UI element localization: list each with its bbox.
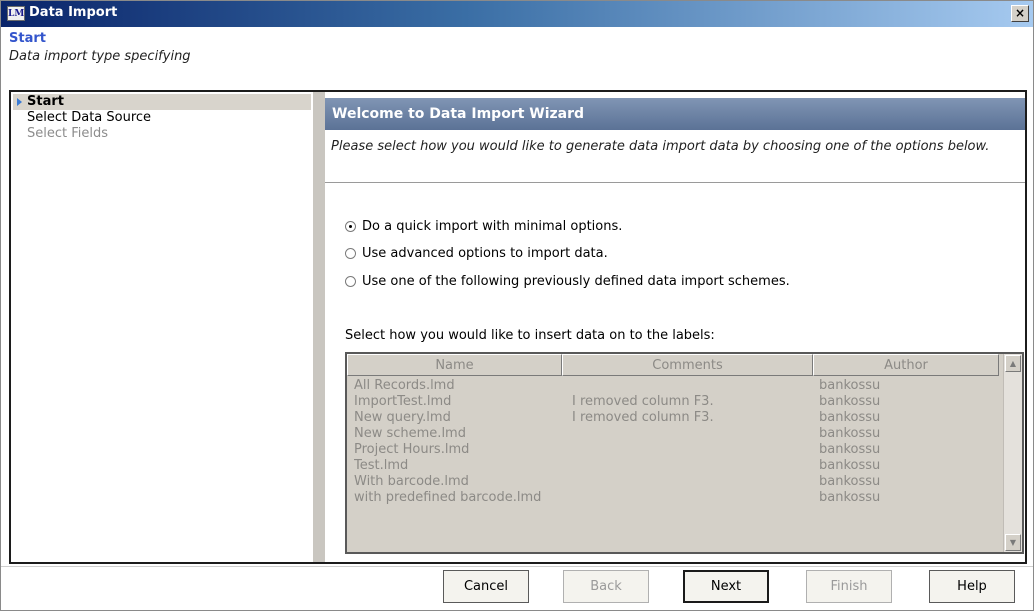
table-row[interactable]: All Records.lmd bankossu [347,378,1001,394]
radio-button[interactable] [345,248,356,259]
table-row[interactable]: Test.lmd bankossu [347,458,1001,474]
back-button: Back [563,570,649,603]
cell-name: ImportTest.lmd [354,394,452,409]
option-label: Do a quick import with minimal options. [362,219,623,234]
page-subtitle: Data import type specifying [9,49,191,64]
page-title: Start [9,31,46,46]
nav-step-select-fields: Select Fields [13,126,311,142]
table-row[interactable]: New query.lmd I removed column F3. banko… [347,410,1001,426]
cell-author: bankossu [819,474,881,489]
option-label: Use one of the following previously defi… [362,274,790,289]
option-label: Use advanced options to import data. [362,246,608,261]
cell-comments: I removed column F3. [572,410,714,425]
wizard-step-nav: Start Select Data Source Select Fields [11,92,313,562]
window-title: Data Import [29,5,118,20]
cell-author: bankossu [819,410,881,425]
column-header-comments[interactable]: Comments [562,354,813,376]
cancel-button[interactable]: Cancel [443,570,529,603]
help-button[interactable]: Help [929,570,1015,603]
cell-author: bankossu [819,378,881,393]
table-row[interactable]: New scheme.lmd bankossu [347,426,1001,442]
column-header-name[interactable]: Name [347,354,562,376]
wizard-content: Welcome to Data Import Wizard Please sel… [325,92,1025,562]
schemes-table: Name Comments Author All Records.lmd ban… [345,352,1024,554]
panel-splitter[interactable] [313,92,325,562]
table-body: All Records.lmd bankossu ImportTest.lmd … [347,378,1001,506]
table-row[interactable]: Project Hours.lmd bankossu [347,442,1001,458]
cell-comments: I removed column F3. [572,394,714,409]
nav-step-select-data-source[interactable]: Select Data Source [13,110,311,126]
nav-step-start[interactable]: Start [13,94,311,110]
table-row[interactable]: with predefined barcode.lmd bankossu [347,490,1001,506]
cell-name: New query.lmd [354,410,451,425]
cell-author: bankossu [819,442,881,457]
nav-step-label: Select Data Source [27,110,152,125]
cell-name: Test.lmd [354,458,409,473]
radio-button-selected[interactable] [345,221,356,232]
cell-author: bankossu [819,426,881,441]
triangle-right-icon [17,98,22,106]
cell-name: All Records.lmd [354,378,455,393]
table-row[interactable]: ImportTest.lmd I removed column F3. bank… [347,394,1001,410]
column-header-author[interactable]: Author [813,354,999,376]
cell-author: bankossu [819,394,881,409]
nav-step-label: Start [27,94,64,109]
close-button[interactable]: × [1011,5,1029,22]
title-bar[interactable]: LM Data Import × [1,1,1033,27]
cell-name: with predefined barcode.lmd [354,490,542,505]
scroll-down-icon[interactable]: ▼ [1005,534,1021,551]
cell-author: bankossu [819,490,881,505]
cell-name: Project Hours.lmd [354,442,470,457]
next-button[interactable]: Next [683,570,769,603]
scroll-up-icon[interactable]: ▲ [1005,355,1021,372]
cell-name: With barcode.lmd [354,474,469,489]
intro-text: Please select how you would like to gene… [331,139,990,154]
cell-name: New scheme.lmd [354,426,466,441]
vertical-scrollbar[interactable]: ▲ ▼ [1003,354,1022,552]
data-import-window: LM Data Import × Start Data import type … [0,0,1034,611]
nav-step-label: Select Fields [27,126,109,141]
divider [325,182,1025,183]
cell-author: bankossu [819,458,881,473]
wizard-frame: Start Select Data Source Select Fields W… [9,90,1027,564]
app-logo-icon: LM [7,6,25,21]
table-caption: Select how you would like to insert data… [345,328,715,343]
footer-divider [1,566,1033,567]
table-row[interactable]: With barcode.lmd bankossu [347,474,1001,490]
welcome-banner: Welcome to Data Import Wizard [325,98,1025,130]
radio-button[interactable] [345,276,356,287]
finish-button: Finish [806,570,892,603]
